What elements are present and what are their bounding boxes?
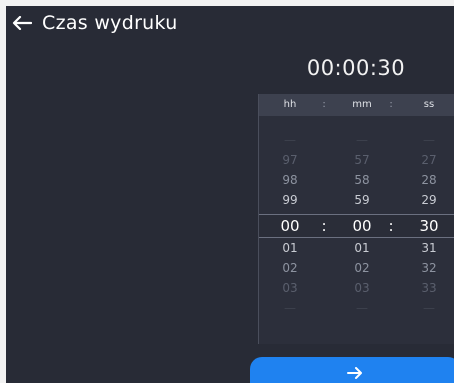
- picker-row-selected[interactable]: 00 00 30::: [259, 214, 454, 238]
- minutes-value: 02: [354, 261, 370, 275]
- picker-row[interactable]: 01 01 31: [259, 240, 454, 258]
- picker-row[interactable]: — — —: [259, 300, 454, 318]
- time-picker[interactable]: hh : mm : ss — — — 97 57 27 98 58 28 99 59 29 00 00 30…: [258, 94, 454, 344]
- seconds-value: —: [423, 133, 435, 147]
- picker-header: hh : mm : ss: [259, 94, 454, 116]
- seconds-value: —: [423, 301, 435, 315]
- separator: :: [321, 217, 327, 235]
- seconds-value: 29: [421, 193, 437, 207]
- confirm-button[interactable]: [250, 357, 454, 383]
- minutes-value: 03: [354, 281, 370, 295]
- minutes-value: 59: [354, 193, 370, 207]
- time-display: 00:00:30: [306, 56, 406, 80]
- minutes-value: —: [356, 133, 368, 147]
- minutes-value: 57: [354, 153, 370, 167]
- hours-value: 97: [282, 153, 298, 167]
- hours-label: hh: [283, 99, 297, 110]
- hours-value: —: [284, 301, 296, 315]
- seconds-value: 33: [421, 281, 437, 295]
- arrow-left-icon[interactable]: [12, 15, 34, 31]
- header: Czas wydruku: [6, 6, 454, 40]
- hours-value: —: [284, 133, 296, 147]
- minutes-value: 01: [354, 241, 370, 255]
- picker-row[interactable]: — — —: [259, 132, 454, 150]
- screen: Czas wydruku 00:00:30 hh : mm : ss — — —97…: [6, 6, 454, 383]
- seconds-value: 30: [419, 217, 439, 235]
- minutes-value: 00: [352, 217, 372, 235]
- arrow-right-icon: [347, 364, 363, 383]
- page-title: Czas wydruku: [42, 12, 178, 34]
- separator: :: [388, 217, 394, 235]
- hours-value: 02: [282, 261, 298, 275]
- separator: :: [322, 99, 326, 110]
- picker-row[interactable]: 99 59 29: [259, 192, 454, 210]
- seconds-value: 28: [421, 173, 437, 187]
- picker-row[interactable]: 03 03 33: [259, 280, 454, 298]
- minutes-value: —: [356, 301, 368, 315]
- picker-row[interactable]: 98 58 28: [259, 172, 454, 190]
- hours-value: 99: [282, 193, 298, 207]
- minutes-value: 58: [354, 173, 370, 187]
- seconds-value: 31: [421, 241, 437, 255]
- seconds-value: 32: [421, 261, 437, 275]
- minutes-label: mm: [352, 99, 372, 110]
- hours-value: 00: [280, 217, 300, 235]
- seconds-label: ss: [423, 99, 435, 110]
- picker-row[interactable]: 02 02 32: [259, 260, 454, 278]
- seconds-value: 27: [421, 153, 437, 167]
- hours-value: 98: [282, 173, 298, 187]
- hours-value: 03: [282, 281, 298, 295]
- picker-row[interactable]: 97 57 27: [259, 152, 454, 170]
- separator: :: [389, 99, 393, 110]
- hours-value: 01: [282, 241, 298, 255]
